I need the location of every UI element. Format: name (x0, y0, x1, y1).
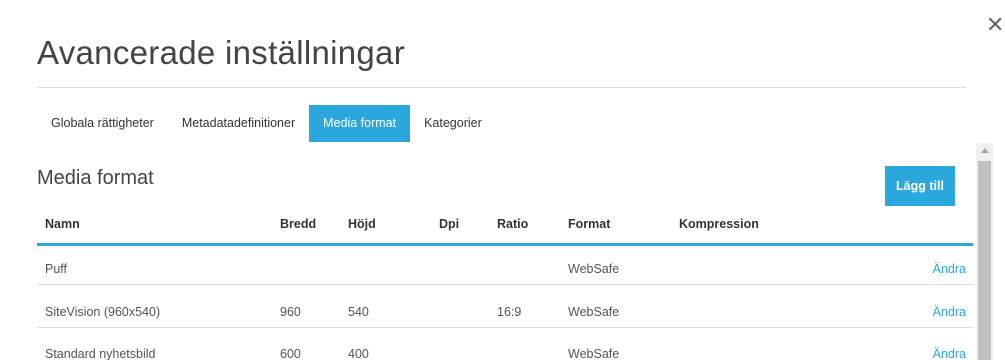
tab-categories[interactable]: Kategorier (410, 105, 496, 142)
cell-format: WebSafe (568, 347, 620, 360)
cell-height: 400 (348, 347, 369, 360)
dialog-title: Avancerade inställningar (37, 34, 405, 71)
cell-height: 540 (348, 305, 369, 319)
section-title: Media format (37, 167, 154, 189)
edit-link[interactable]: Ändra (933, 253, 966, 285)
header-underline (37, 243, 973, 246)
close-icon[interactable]: ✕ (986, 14, 1005, 38)
title-divider (37, 87, 966, 88)
table-row: Puff WebSafe Ändra (37, 253, 973, 285)
column-header-width[interactable]: Bredd (280, 205, 316, 243)
table-header: Namn Bredd Höjd Dpi Ratio Format Kompres… (37, 205, 973, 243)
scroll-up-arrow-icon[interactable] (981, 148, 989, 153)
tab-metadata-definitions[interactable]: Metadatadefinitioner (168, 105, 309, 142)
table-row: SiteVision (960x540) 960 540 16:9 WebSaf… (37, 296, 973, 328)
column-header-name[interactable]: Namn (45, 205, 80, 243)
cell-name: SiteVision (960x540) (45, 305, 161, 319)
column-header-dpi[interactable]: Dpi (439, 205, 459, 243)
tab-media-format[interactable]: Media format (309, 105, 411, 142)
column-header-height[interactable]: Höjd (348, 205, 376, 243)
edit-link[interactable]: Ändra (933, 296, 966, 328)
tab-global-rights[interactable]: Globala rättigheter (37, 105, 168, 142)
cell-name: Puff (45, 262, 68, 276)
scrollbar-thumb[interactable] (978, 161, 991, 360)
media-format-table: Namn Bredd Höjd Dpi Ratio Format Kompres… (37, 205, 973, 360)
cell-ratio: 16:9 (497, 305, 522, 319)
cell-width: 600 (280, 347, 301, 360)
cell-format: WebSafe (568, 305, 620, 319)
column-header-format[interactable]: Format (568, 205, 610, 243)
cell-width: 960 (280, 305, 301, 319)
column-header-compression[interactable]: Kompression (679, 205, 759, 243)
edit-link[interactable]: Ändra (933, 338, 966, 360)
settings-tabs: Globala rättigheter Metadatadefinitioner… (37, 105, 496, 142)
vertical-scrollbar[interactable] (976, 143, 993, 360)
table-row: Standard nyhetsbild 600 400 WebSafe Ändr… (37, 338, 973, 360)
column-header-ratio[interactable]: Ratio (497, 205, 528, 243)
add-button[interactable]: Lägg till (885, 166, 955, 206)
cell-name: Standard nyhetsbild (45, 347, 156, 360)
cell-format: WebSafe (568, 262, 620, 276)
